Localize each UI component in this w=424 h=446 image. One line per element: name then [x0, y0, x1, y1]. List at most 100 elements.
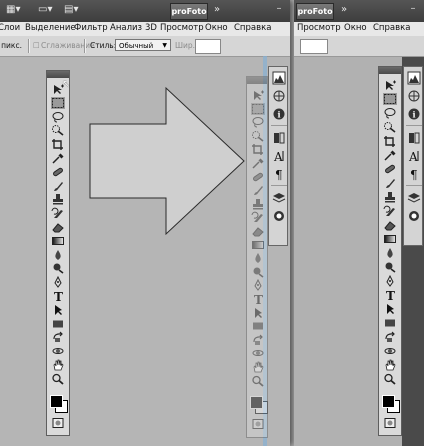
zoom-tool-icon[interactable]	[251, 375, 265, 387]
width-input[interactable]	[195, 39, 221, 54]
pen-tool-icon[interactable]	[383, 275, 397, 287]
3d-orbit-tool-icon[interactable]	[51, 345, 65, 357]
path-select-tool-icon[interactable]	[51, 304, 65, 316]
masks-panel-icon[interactable]	[272, 209, 286, 223]
gradient-tool-icon[interactable]	[383, 233, 397, 245]
3d-rotate-tool-icon[interactable]	[251, 334, 265, 346]
shape-tool-icon[interactable]	[383, 317, 397, 329]
lasso-tool-icon[interactable]	[383, 107, 397, 119]
history-brush-tool-icon[interactable]	[383, 205, 397, 217]
blur-tool-icon[interactable]	[383, 247, 397, 259]
character-panel-icon[interactable]: A	[272, 149, 286, 163]
dodge-tool-icon[interactable]	[251, 266, 265, 278]
extras-icon[interactable]: ▤▾	[64, 4, 78, 15]
spot-healing-tool-icon[interactable]	[383, 163, 397, 175]
character-panel-icon[interactable]: A	[407, 149, 421, 163]
spot-healing-tool-icon[interactable]	[51, 166, 65, 178]
path-select-tool-icon[interactable]	[383, 303, 397, 315]
menu-item-view-right[interactable]: Просмотр	[297, 23, 341, 33]
quick-mask-icon[interactable]	[383, 417, 397, 429]
pen-tool-icon[interactable]	[51, 276, 65, 289]
brush-tool-icon[interactable]	[383, 177, 397, 189]
workspace-logo[interactable]: proFoto	[170, 3, 208, 20]
menu-item-view[interactable]: Просмотр	[160, 23, 204, 33]
info-panel-icon[interactable]: i	[407, 107, 421, 121]
history-brush-tool-icon[interactable]	[51, 207, 65, 219]
tools-panel-header[interactable]	[47, 71, 69, 78]
navigator-panel-icon[interactable]	[272, 89, 286, 103]
blur-tool-icon[interactable]	[251, 252, 265, 264]
menu-item-layers[interactable]: Слои	[0, 23, 20, 33]
quick-mask-icon[interactable]	[51, 417, 65, 429]
hand-tool-icon[interactable]	[383, 359, 397, 371]
menu-item-analysis[interactable]: Анализ	[110, 23, 142, 33]
type-tool-icon[interactable]: T	[51, 290, 65, 302]
tools-panel-right-header[interactable]	[379, 67, 401, 74]
hand-tool-icon[interactable]	[51, 359, 65, 371]
workspace-logo-right[interactable]: proFoto	[296, 3, 334, 20]
dodge-tool-icon[interactable]	[383, 261, 397, 273]
shape-tool-icon[interactable]	[51, 318, 65, 330]
eyedropper-tool-icon[interactable]	[251, 157, 265, 169]
workspace-switcher-button[interactable]: »	[214, 4, 220, 15]
anti-alias-checkbox[interactable]: ☐	[33, 41, 40, 50]
workspace-switcher-button-right[interactable]: »	[341, 4, 347, 15]
crop-tool-icon[interactable]	[383, 135, 397, 147]
channels-panel-icon[interactable]	[272, 131, 286, 145]
menu-item-window[interactable]: Окно	[205, 23, 228, 33]
move-tool-icon[interactable]	[383, 79, 397, 91]
minimize-button-right[interactable]: –	[406, 3, 420, 17]
eraser-tool-icon[interactable]	[383, 219, 397, 231]
quick-select-tool-icon[interactable]	[251, 130, 265, 142]
height-input[interactable]	[300, 39, 328, 54]
pen-tool-icon[interactable]	[251, 279, 265, 292]
zoom-tool-icon[interactable]	[51, 373, 65, 385]
clone-stamp-tool-icon[interactable]	[251, 198, 265, 210]
foreground-color-swatch[interactable]	[250, 396, 263, 410]
move-tool-icon[interactable]	[251, 89, 265, 101]
lasso-tool-icon[interactable]	[51, 111, 65, 123]
rect-marquee-tool-icon[interactable]	[383, 93, 397, 105]
style-dropdown[interactable]: Обычный ▼	[115, 39, 171, 51]
crop-tool-icon[interactable]	[51, 138, 65, 151]
masks-panel-icon[interactable]	[407, 209, 421, 223]
rect-marquee-tool-icon[interactable]	[51, 96, 65, 109]
minimize-button[interactable]: –	[272, 3, 286, 17]
menu-item-filter[interactable]: Фильтр	[74, 23, 108, 33]
type-tool-icon[interactable]: T	[383, 289, 397, 301]
menu-item-select[interactable]: Выделение	[25, 23, 76, 33]
navigator-panel-icon[interactable]	[407, 89, 421, 103]
eraser-tool-icon[interactable]	[51, 221, 65, 233]
quick-mask-icon[interactable]	[251, 418, 265, 430]
brush-tool-icon[interactable]	[51, 180, 65, 192]
hand-tool-icon[interactable]	[251, 361, 265, 373]
zoom-tool-icon[interactable]	[383, 373, 397, 385]
dodge-tool-icon[interactable]	[51, 262, 65, 275]
3d-rotate-tool-icon[interactable]	[383, 331, 397, 343]
channels-panel-icon[interactable]	[407, 131, 421, 145]
feather-value[interactable]: 0 пикс.	[0, 41, 22, 50]
layers-panel-icon[interactable]	[407, 191, 421, 205]
menu-item-help[interactable]: Справка	[234, 23, 271, 33]
clone-stamp-tool-icon[interactable]	[383, 191, 397, 203]
gradient-tool-icon[interactable]	[251, 239, 265, 251]
crop-tool-icon[interactable]	[251, 143, 265, 156]
rect-marquee-tool-icon[interactable]	[251, 102, 265, 115]
brush-tool-icon[interactable]	[251, 184, 265, 196]
eyedropper-tool-icon[interactable]	[51, 152, 65, 164]
shape-tool-icon[interactable]	[251, 320, 265, 332]
gradient-tool-icon[interactable]	[51, 235, 65, 247]
clone-stamp-tool-icon[interactable]	[51, 193, 65, 205]
quick-select-tool-icon[interactable]	[51, 124, 65, 137]
layers-panel-icon[interactable]	[272, 191, 286, 205]
eraser-tool-icon[interactable]	[251, 225, 265, 237]
histogram-panel-icon[interactable]	[272, 71, 286, 85]
history-brush-tool-icon[interactable]	[251, 211, 265, 223]
paragraph-panel-icon[interactable]: ¶	[407, 167, 421, 181]
foreground-color-swatch[interactable]	[50, 394, 63, 408]
info-panel-icon[interactable]: i	[272, 107, 286, 121]
eyedropper-tool-icon[interactable]	[383, 149, 397, 161]
foreground-color-swatch[interactable]	[382, 395, 395, 408]
path-select-tool-icon[interactable]	[251, 307, 265, 319]
type-tool-icon[interactable]: T	[251, 293, 265, 305]
